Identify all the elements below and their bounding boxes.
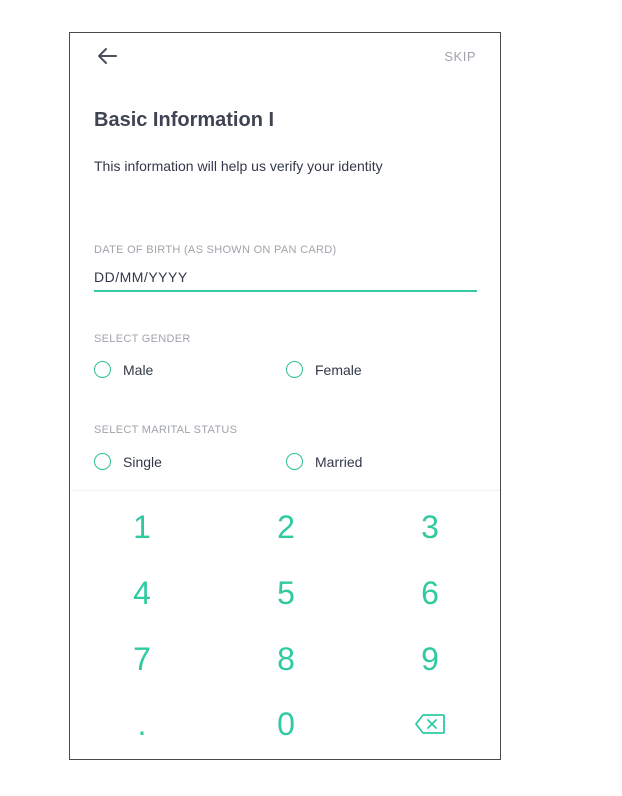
radio-circle-icon[interactable] — [94, 453, 111, 470]
radio-circle-icon[interactable] — [286, 361, 303, 378]
dob-label: DATE OF BIRTH (AS SHOWN ON PAN CARD) — [94, 244, 337, 256]
key-7[interactable]: 7 — [82, 633, 202, 685]
backspace-icon[interactable] — [414, 713, 446, 735]
phone-screen: SKIP Basic Information I This informatio… — [69, 32, 501, 760]
marital-option-married[interactable]: Married — [286, 453, 362, 470]
keypad-divider — [70, 490, 500, 491]
page-subtitle: This information will help us verify you… — [94, 158, 383, 174]
key-1[interactable]: 1 — [82, 501, 202, 553]
marital-option-label: Single — [123, 453, 162, 470]
back-arrow-icon[interactable] — [96, 46, 118, 66]
key-0[interactable]: 0 — [226, 698, 346, 750]
radio-circle-icon[interactable] — [286, 453, 303, 470]
gender-option-label: Male — [123, 361, 154, 378]
key-8[interactable]: 8 — [226, 633, 346, 685]
gender-label: SELECT GENDER — [94, 333, 191, 345]
marital-option-label: Married — [315, 453, 363, 470]
gender-option-male[interactable]: Male — [94, 361, 153, 378]
marital-option-single[interactable]: Single — [94, 453, 162, 470]
marital-status-label: SELECT MARITAL STATUS — [94, 424, 238, 436]
key-9[interactable]: 9 — [370, 633, 490, 685]
key-3[interactable]: 3 — [370, 501, 490, 553]
radio-circle-icon[interactable] — [94, 361, 111, 378]
gender-option-label: Female — [315, 361, 362, 378]
page-title: Basic Information I — [94, 109, 275, 131]
key-decimal[interactable]: . — [82, 698, 202, 750]
key-backspace[interactable] — [370, 698, 490, 750]
skip-button[interactable]: SKIP — [444, 49, 476, 64]
key-4[interactable]: 4 — [82, 567, 202, 619]
key-6[interactable]: 6 — [370, 567, 490, 619]
top-bar: SKIP — [70, 33, 500, 81]
key-5[interactable]: 5 — [226, 567, 346, 619]
dob-input[interactable] — [94, 264, 477, 292]
gender-option-female[interactable]: Female — [286, 361, 362, 378]
key-2[interactable]: 2 — [226, 501, 346, 553]
